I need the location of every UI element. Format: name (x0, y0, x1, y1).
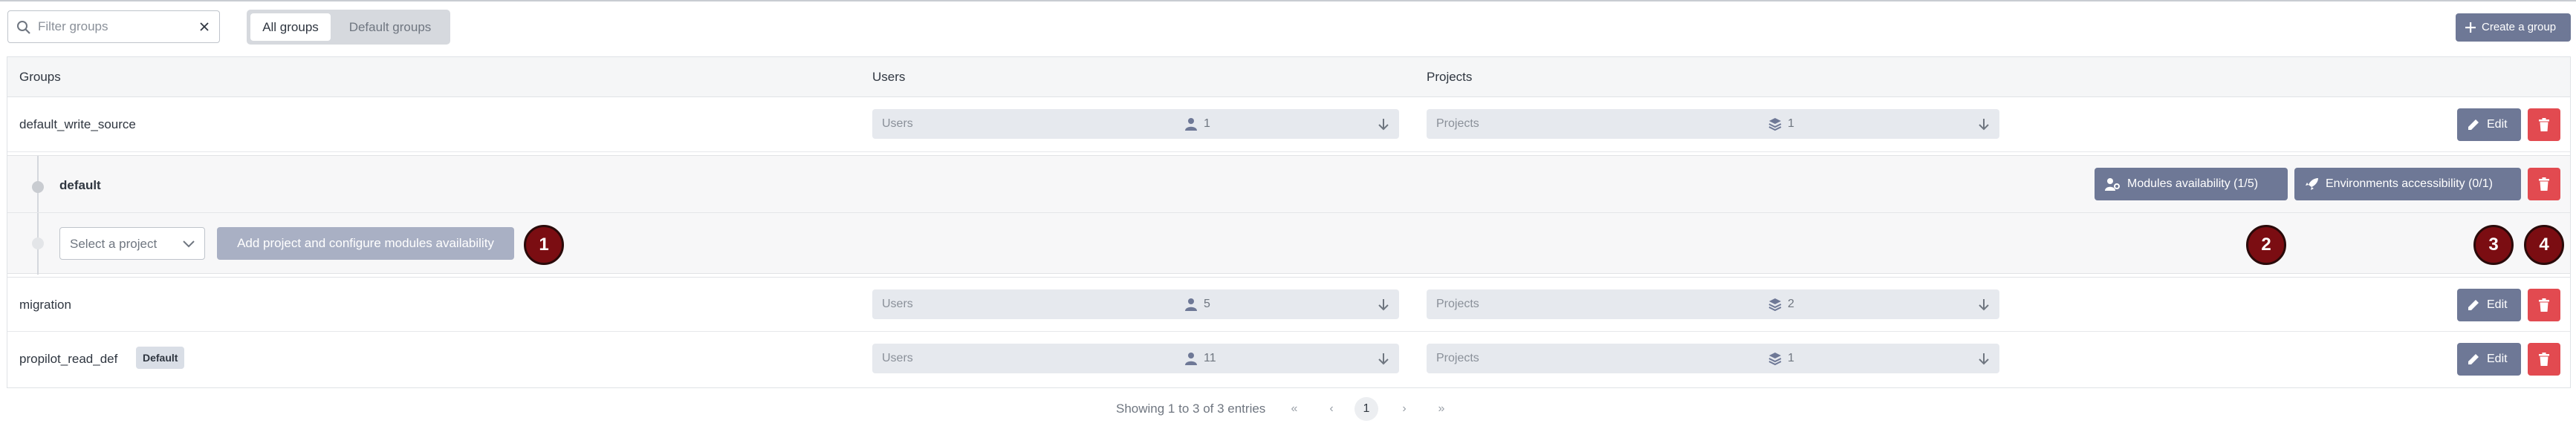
delete-button[interactable] (2528, 289, 2560, 321)
edit-button[interactable]: Edit (2457, 343, 2521, 376)
trash-icon (2539, 353, 2549, 366)
edit-label: Edit (2487, 353, 2508, 365)
header-projects: Projects (1427, 70, 1473, 84)
groups-table: Groups Users Projects default_write_sour… (7, 56, 2571, 388)
arrow-down-icon (1979, 299, 1989, 311)
first-page-button[interactable]: « (1282, 397, 1306, 421)
trash-icon (2539, 118, 2549, 131)
default-badge: Default (136, 347, 185, 369)
layers-icon (1768, 298, 1782, 311)
arrow-down-icon (1378, 299, 1389, 311)
users-select[interactable]: Users 11 (872, 344, 1399, 373)
search-icon (17, 21, 30, 34)
subgroup-divider (7, 212, 2570, 213)
user-cog-icon (2105, 178, 2120, 191)
rocket-icon (2306, 178, 2318, 190)
arrow-down-icon (1378, 353, 1389, 365)
projects-select-label: Projects (1436, 117, 1479, 130)
chevron-down-icon (183, 240, 195, 248)
pagination: Showing 1 to 3 of 3 entries « ‹ 1 › » (0, 394, 2576, 424)
pencil-icon (2468, 119, 2479, 130)
trash-icon (2539, 177, 2549, 191)
select-project-value: Select a project (70, 237, 158, 251)
layers-icon (1768, 353, 1782, 365)
create-group-button[interactable]: Create a group (2456, 13, 2571, 42)
modules-availability-button[interactable]: Modules availability (1/5) (2095, 168, 2288, 200)
select-project-dropdown[interactable]: Select a project (59, 227, 205, 260)
annotation-marker-4: 4 (2524, 225, 2564, 265)
arrow-down-icon (1979, 119, 1989, 131)
projects-count: 2 (1788, 298, 1794, 310)
users-select-label: Users (882, 352, 913, 364)
tree-node (32, 238, 44, 249)
trash-icon (2539, 298, 2549, 312)
add-project-button[interactable]: Add project and configure modules availa… (217, 227, 514, 260)
users-count: 5 (1204, 298, 1210, 310)
users-select[interactable]: Users 1 (872, 109, 1399, 139)
environments-accessibility-button[interactable]: Environments accessibility (0/1) (2294, 168, 2521, 200)
header-users: Users (872, 70, 906, 84)
top-toolbar: All groups Default groups Create a group (0, 0, 2576, 52)
user-icon (1185, 353, 1197, 365)
pencil-icon (2468, 354, 2479, 364)
header-groups: Groups (19, 70, 61, 84)
pencil-icon (2468, 300, 2479, 310)
group-name: migration (19, 298, 71, 312)
last-page-button[interactable]: » (1430, 397, 1453, 421)
projects-select[interactable]: Projects 2 (1427, 289, 1999, 319)
users-select-label: Users (882, 298, 913, 310)
next-page-button[interactable]: › (1392, 397, 1416, 421)
layers-icon (1768, 118, 1782, 131)
user-icon (1185, 298, 1197, 311)
filter-groups-input[interactable] (38, 17, 190, 36)
edit-label: Edit (2487, 118, 2508, 131)
projects-select-label: Projects (1436, 352, 1479, 364)
projects-select[interactable]: Projects 1 (1427, 109, 1999, 139)
group-name: default_write_source (19, 117, 136, 131)
table-row: propilot_read_def Default Users 11 Proje… (7, 332, 2570, 387)
arrow-down-icon (1979, 353, 1989, 365)
users-select-label: Users (882, 117, 913, 130)
table-row: migration Users 5 Projects 2 Edit (7, 277, 2570, 332)
projects-select-label: Projects (1436, 298, 1479, 310)
projects-count: 1 (1788, 352, 1794, 364)
tab-all-groups[interactable]: All groups (250, 13, 331, 41)
annotation-marker-1: 1 (524, 225, 564, 265)
edit-button[interactable]: Edit (2457, 289, 2521, 321)
pagination-info: Showing 1 to 3 of 3 entries (1116, 402, 1266, 416)
table-row: default_write_source Users 1 Projects 1 … (7, 97, 2570, 152)
projects-select[interactable]: Projects 1 (1427, 344, 1999, 373)
group-name: propilot_read_def (19, 352, 118, 366)
delete-subgroup-button[interactable] (2528, 168, 2560, 200)
arrow-down-icon (1378, 119, 1389, 131)
environments-accessibility-label: Environments accessibility (0/1) (2326, 177, 2493, 190)
projects-count: 1 (1788, 117, 1794, 130)
users-select[interactable]: Users 5 (872, 289, 1399, 319)
prev-page-button[interactable]: ‹ (1320, 397, 1343, 421)
tab-default-groups[interactable]: Default groups (334, 13, 446, 41)
page-1-button[interactable]: 1 (1354, 397, 1378, 421)
edit-button[interactable]: Edit (2457, 108, 2521, 141)
table-header: Groups Users Projects (7, 57, 2570, 97)
subgroup-title: default (59, 178, 101, 192)
annotation-marker-2: 2 (2246, 225, 2286, 265)
plus-icon (2465, 22, 2476, 33)
clear-icon[interactable] (197, 19, 212, 34)
modules-availability-label: Modules availability (1/5) (2127, 177, 2259, 190)
user-icon (1185, 118, 1197, 131)
edit-label: Edit (2487, 298, 2508, 311)
group-filter-toggle: All groups Default groups (247, 10, 450, 45)
users-count: 11 (1204, 352, 1216, 364)
filter-groups-search[interactable] (7, 10, 220, 43)
tree-connector (37, 156, 39, 275)
tree-node (32, 181, 44, 193)
expanded-group-details: default Modules availability (1/5) Envir… (7, 155, 2570, 275)
create-group-label: Create a group (2482, 21, 2557, 33)
annotation-marker-3: 3 (2473, 225, 2514, 265)
delete-button[interactable] (2528, 343, 2560, 376)
delete-button[interactable] (2528, 108, 2560, 141)
users-count: 1 (1204, 117, 1210, 130)
